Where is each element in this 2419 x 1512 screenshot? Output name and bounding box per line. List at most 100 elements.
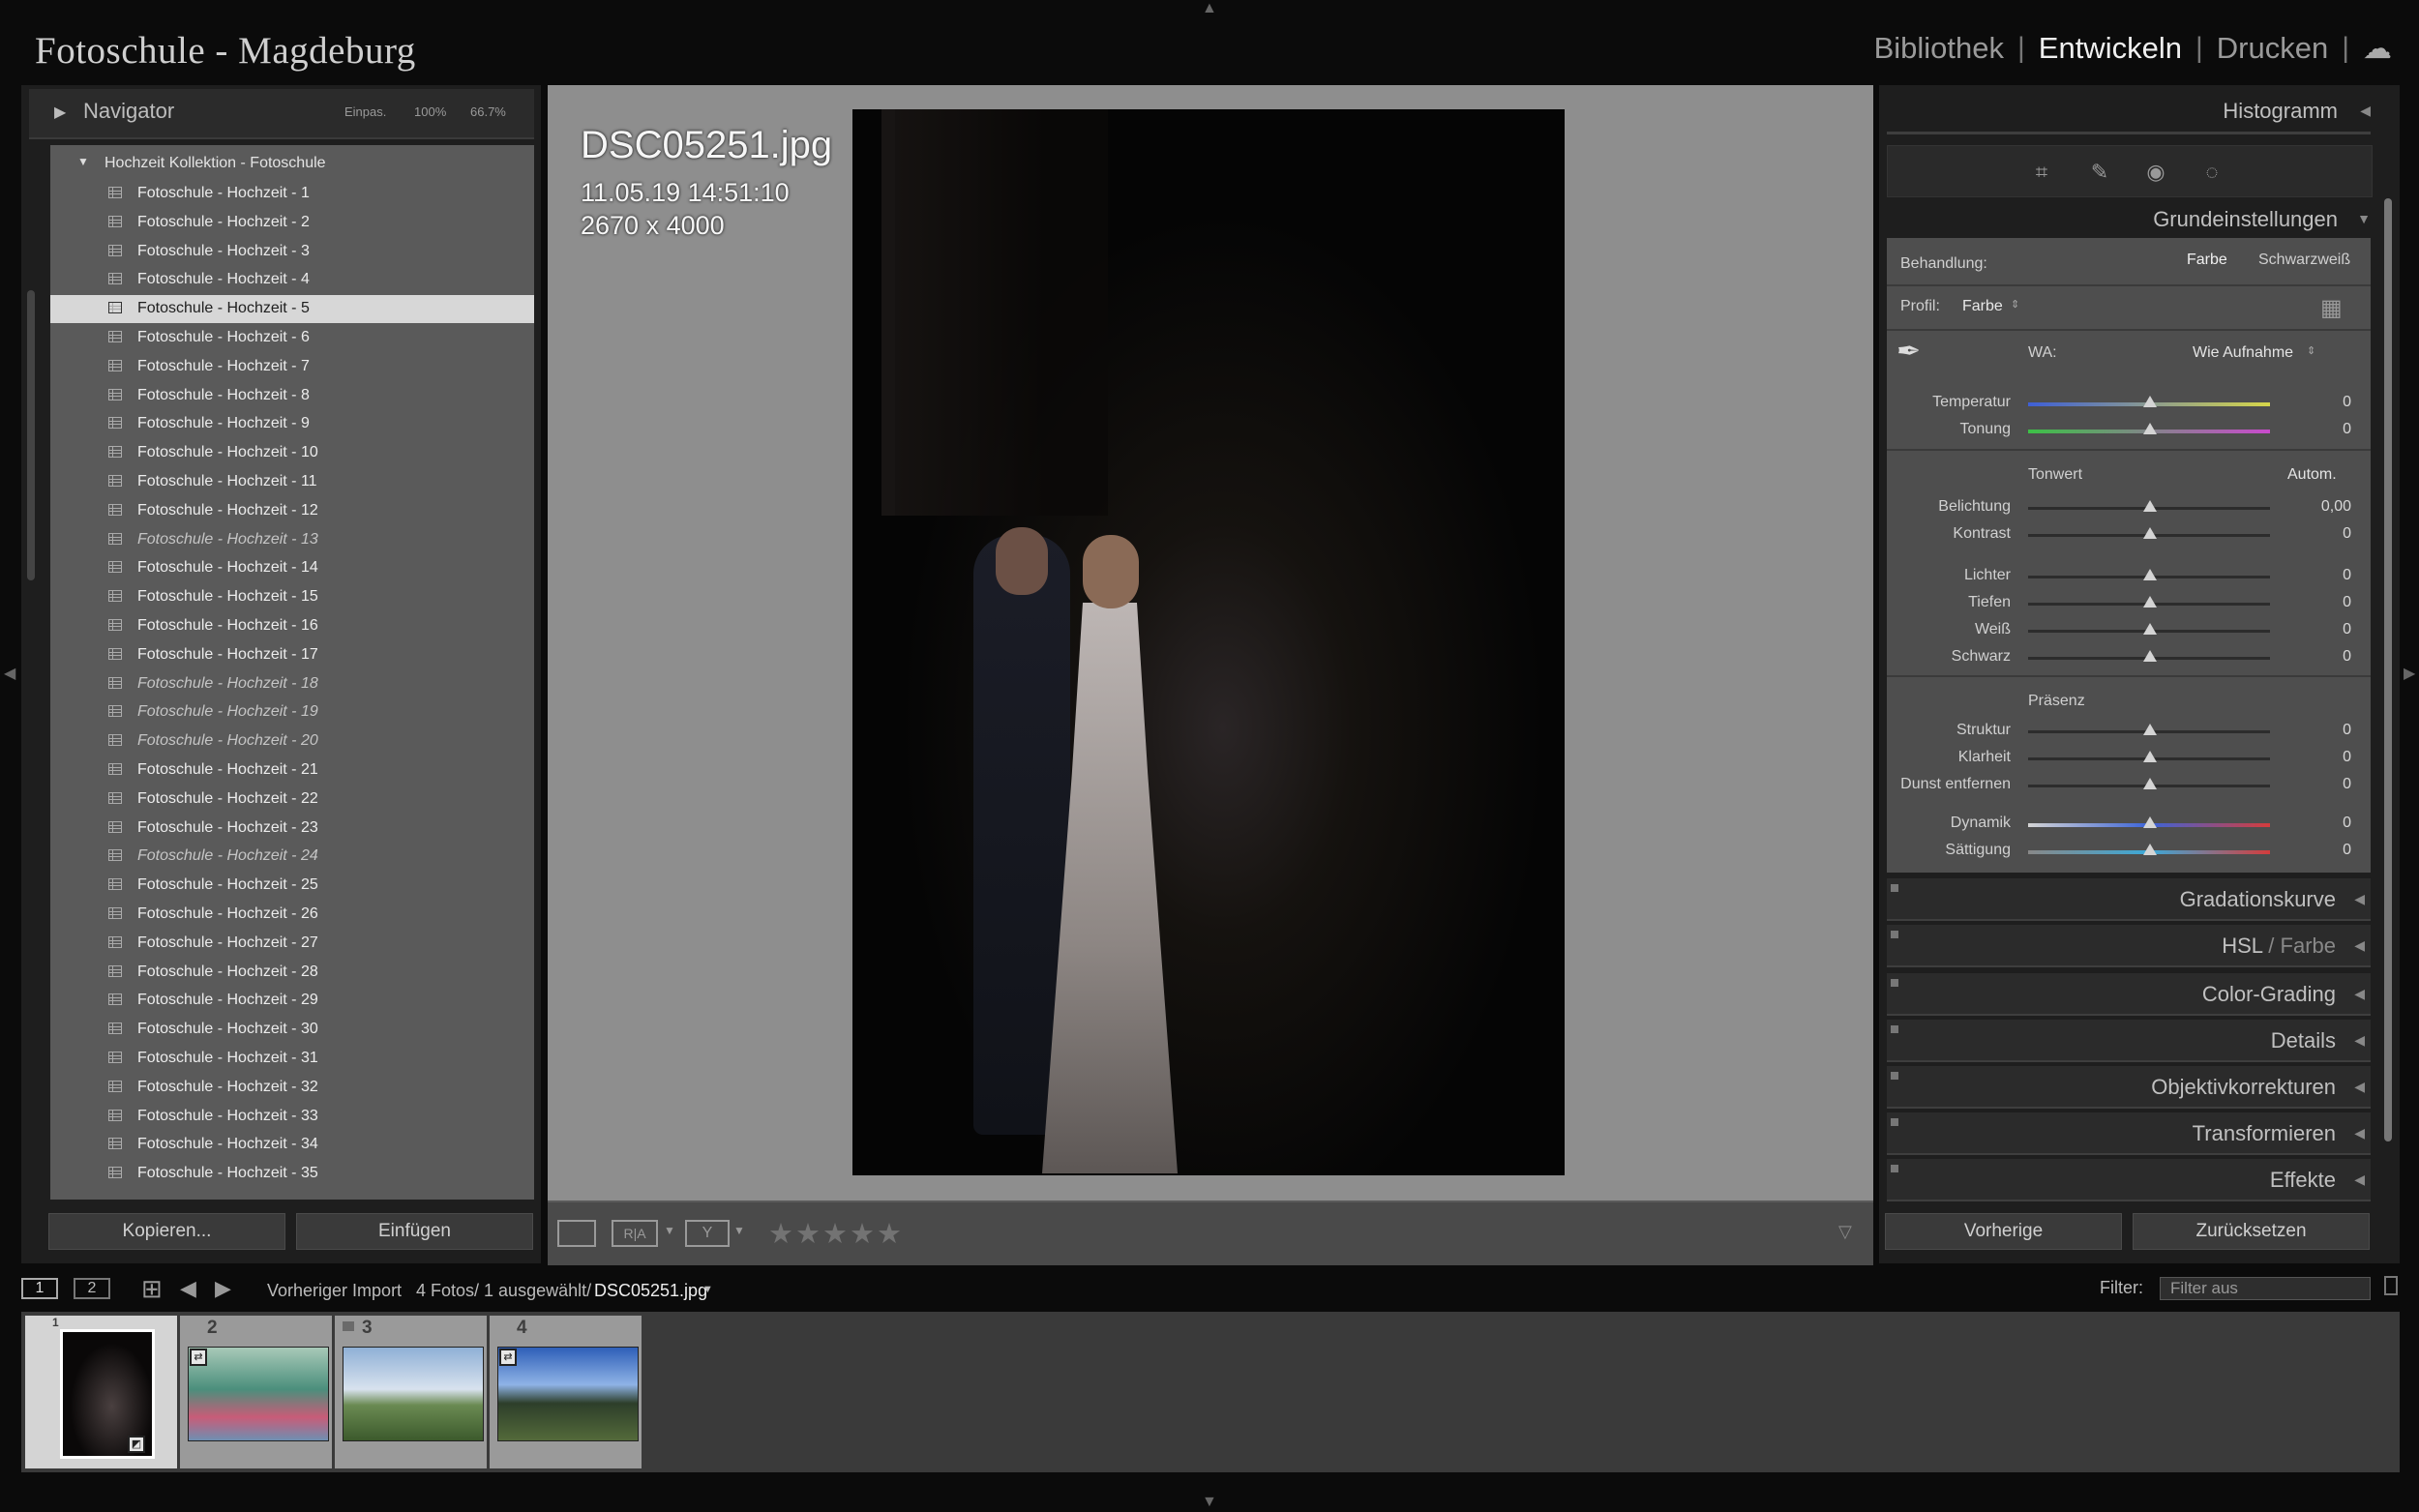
slider-thumb[interactable] xyxy=(2143,778,2157,789)
slider-value[interactable]: 0 xyxy=(2343,648,2351,666)
collection-item[interactable]: Fotoschule - Hochzeit - 27 xyxy=(50,930,534,958)
collection-item[interactable]: Fotoschule - Hochzeit - 31 xyxy=(50,1045,534,1073)
hsl-tab[interactable]: HSL xyxy=(2222,934,2262,958)
panel-toggle-switch[interactable] xyxy=(1891,1025,1898,1033)
effects-panel[interactable]: Effekte ◀ xyxy=(1887,1159,2371,1201)
module-drucken[interactable]: Drucken xyxy=(2203,31,2342,66)
collection-item[interactable]: Fotoschule - Hochzeit - 8 xyxy=(50,382,534,410)
collection-item[interactable]: Fotoschule - Hochzeit - 33 xyxy=(50,1103,534,1131)
collapse-triangle-icon[interactable]: ◀ xyxy=(2354,1125,2365,1141)
loupe-view-icon[interactable] xyxy=(557,1220,596,1247)
collection-item[interactable]: Fotoschule - Hochzeit - 24 xyxy=(50,843,534,871)
back-arrow-icon[interactable]: ◀ xyxy=(180,1276,196,1301)
eyedropper-icon[interactable]: ✒ xyxy=(1896,335,1921,369)
slider-track[interactable] xyxy=(2028,423,2270,434)
slider-track[interactable] xyxy=(2028,816,2270,828)
primary-view-button[interactable]: 1 xyxy=(21,1278,58,1299)
collapse-triangle-icon[interactable]: ▼ xyxy=(77,155,89,168)
transform-panel[interactable]: Transformieren ◀ xyxy=(1887,1112,2371,1155)
color-tab[interactable]: Farbe xyxy=(2281,934,2336,958)
slider-thumb[interactable] xyxy=(2143,724,2157,735)
grid-icon[interactable]: ⊞ xyxy=(141,1274,163,1304)
reset-button[interactable]: Zurücksetzen xyxy=(2133,1213,2370,1250)
toolbar-menu-icon[interactable]: ▽ xyxy=(1838,1222,1852,1242)
collection-item[interactable]: Fotoschule - Hochzeit - 26 xyxy=(50,901,534,929)
expand-triangle-icon[interactable]: ▶ xyxy=(54,103,66,122)
collection-item[interactable]: Fotoschule - Hochzeit - 6 xyxy=(50,324,534,352)
collection-item[interactable]: Fotoschule - Hochzeit - 35 xyxy=(50,1160,534,1188)
collection-item[interactable]: Fotoschule - Hochzeit - 23 xyxy=(50,815,534,843)
collection-item[interactable]: Fotoschule - Hochzeit - 19 xyxy=(50,698,534,726)
treatment-bw-option[interactable]: Schwarzweiß xyxy=(2258,252,2350,269)
slider-track[interactable] xyxy=(2028,623,2270,635)
collapse-triangle-icon[interactable]: ◀ xyxy=(2354,891,2365,907)
thumbnail-4[interactable] xyxy=(497,1347,639,1441)
slider-track[interactable] xyxy=(2028,778,2270,789)
collection-item[interactable]: Fotoschule - Hochzeit - 7 xyxy=(50,353,534,381)
histogram-header[interactable]: Histogramm ◀ xyxy=(1887,93,2371,132)
previous-settings-button[interactable]: Vorherige xyxy=(1885,1213,2122,1250)
collapse-triangle-icon[interactable]: ▼ xyxy=(2357,211,2371,226)
zoom-custom-option[interactable]: 66.7% xyxy=(470,104,506,119)
collapse-triangle-icon[interactable]: ◀ xyxy=(2354,1079,2365,1095)
basic-header[interactable]: Grundeinstellungen ▼ xyxy=(1887,201,2371,240)
slider-thumb[interactable] xyxy=(2143,569,2157,580)
collapse-triangle-icon[interactable]: ◀ xyxy=(2354,1032,2365,1049)
lens-corrections-panel[interactable]: Objektivkorrekturen ◀ xyxy=(1887,1066,2371,1109)
hsl-panel[interactable]: HSL / Farbe ◀ xyxy=(1887,925,2371,967)
chevron-down-icon[interactable]: ▼ xyxy=(733,1224,745,1237)
collection-item[interactable]: Fotoschule - Hochzeit - 3 xyxy=(50,238,534,266)
panel-toggle-switch[interactable] xyxy=(1891,1072,1898,1080)
collection-item[interactable]: Fotoschule - Hochzeit - 17 xyxy=(50,641,534,669)
details-panel[interactable]: Details ◀ xyxy=(1887,1020,2371,1062)
slider-track[interactable] xyxy=(2028,500,2270,512)
top-panel-toggle-icon[interactable]: ▲ xyxy=(1202,0,1217,17)
slider-track[interactable] xyxy=(2028,844,2270,855)
slider-value[interactable]: 0 xyxy=(2343,525,2351,543)
treatment-color-option[interactable]: Farbe xyxy=(2187,252,2227,269)
slider-value[interactable]: 0 xyxy=(2343,842,2351,859)
thumbnail-3[interactable] xyxy=(343,1347,484,1441)
profile-select[interactable]: Farbe xyxy=(1962,298,2003,315)
panel-toggle-switch[interactable] xyxy=(1891,1118,1898,1126)
zoom-fit-option[interactable]: Einpas. xyxy=(344,104,386,119)
forward-arrow-icon[interactable]: ▶ xyxy=(215,1276,231,1301)
slider-thumb[interactable] xyxy=(2143,816,2157,828)
slider-thumb[interactable] xyxy=(2143,650,2157,662)
color-grading-panel[interactable]: Color-Grading ◀ xyxy=(1887,973,2371,1016)
slider-track[interactable] xyxy=(2028,396,2270,407)
collection-item[interactable]: Fotoschule - Hochzeit - 9 xyxy=(50,410,534,438)
main-photo[interactable] xyxy=(852,109,1565,1175)
slider-thumb[interactable] xyxy=(2143,500,2157,512)
collection-item[interactable]: Fotoschule - Hochzeit - 30 xyxy=(50,1016,534,1044)
filmstrip-cell[interactable]: 3 xyxy=(335,1316,487,1468)
red-eye-icon[interactable]: ◉ xyxy=(2143,160,2168,185)
filter-lock-icon[interactable] xyxy=(2384,1276,2398,1295)
slider-thumb[interactable] xyxy=(2143,623,2157,635)
right-panel-toggle-icon[interactable]: ▶ xyxy=(2404,664,2415,683)
profile-browser-icon[interactable]: ▦ xyxy=(2320,294,2343,322)
zoom-100-option[interactable]: 100% xyxy=(414,104,446,119)
slider-value[interactable]: 0 xyxy=(2343,567,2351,584)
slider-value[interactable]: 0,00 xyxy=(2321,498,2351,516)
module-bibliothek[interactable]: Bibliothek xyxy=(1861,31,2017,66)
auto-tone-button[interactable]: Autom. xyxy=(2287,466,2337,484)
slider-value[interactable]: 0 xyxy=(2343,421,2351,438)
slider-value[interactable]: 0 xyxy=(2343,722,2351,739)
slider-track[interactable] xyxy=(2028,751,2270,762)
collection-item[interactable]: Fotoschule - Hochzeit - 21 xyxy=(50,756,534,785)
slider-track[interactable] xyxy=(2028,527,2270,539)
slider-value[interactable]: 0 xyxy=(2343,621,2351,638)
chevron-down-icon[interactable]: ▼ xyxy=(702,1284,713,1295)
navigator-header[interactable]: ▶ Navigator Einpas. 100% 66.7% xyxy=(29,89,534,139)
crop-icon[interactable]: ⌗ xyxy=(2029,160,2054,185)
slider-thumb[interactable] xyxy=(2143,751,2157,762)
compare-split-icon[interactable]: Y xyxy=(685,1220,730,1247)
slider-thumb[interactable] xyxy=(2143,596,2157,608)
slider-value[interactable]: 0 xyxy=(2343,815,2351,832)
slider-thumb[interactable] xyxy=(2143,527,2157,539)
source-label[interactable]: Vorheriger Import xyxy=(267,1281,402,1301)
right-scrollbar[interactable] xyxy=(2384,198,2392,1141)
collapse-triangle-icon[interactable]: ◀ xyxy=(2354,937,2365,954)
collection-item[interactable]: Fotoschule - Hochzeit - 15 xyxy=(50,583,534,611)
